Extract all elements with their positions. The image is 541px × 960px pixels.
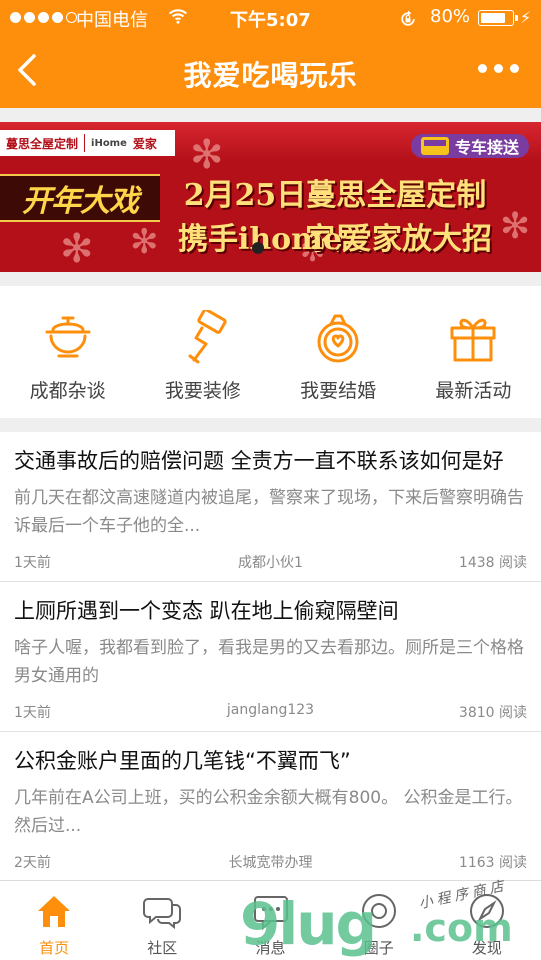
carousel-indicator[interactable]: [252, 242, 264, 254]
tab-messages[interactable]: 消息: [216, 881, 324, 960]
list-item[interactable]: 交通事故后的赔偿问题 全责方一直不联系该如何是好 前几天在都汶高速隧道内被追尾，…: [0, 432, 541, 582]
tab-community[interactable]: 社区: [108, 881, 216, 960]
promo-banner[interactable]: 蔓思全屋定制 iHome 爱家 专车接送 ✻ ✻ ✻ ✻ ✻ 开年大戏 2月25…: [0, 122, 541, 272]
post-meta: 1天前 成都小伙1 1438 阅读: [14, 552, 527, 572]
snowflake-icon: ✻: [500, 206, 531, 247]
app-header: 中国电信 下午5:07 80% ⚡ 我爱吃喝玩乐: [0, 0, 541, 108]
gift-icon: [450, 318, 496, 362]
post-author: janglang123: [226, 702, 315, 718]
post-author: 成都小伙1: [238, 555, 303, 571]
post-reads: 1163 阅读: [458, 855, 527, 871]
shuttle-label: 专车接送: [454, 138, 519, 157]
bus-icon: [420, 137, 449, 155]
post-time: 1天前: [14, 555, 51, 571]
snowflake-icon: ✻: [60, 226, 94, 272]
ring-icon: [317, 314, 359, 363]
ellipsis-icon[interactable]: [478, 64, 519, 73]
tab-circles[interactable]: 圈子: [325, 881, 433, 960]
tab-label: 首页: [39, 939, 70, 957]
status-bar: 中国电信 下午5:07 80% ⚡: [0, 0, 541, 36]
tab-label: 发现: [471, 939, 502, 957]
banner-subheadline: 携手ihome爱家放大招: [177, 222, 493, 257]
category-label: 我要结婚: [300, 380, 377, 402]
post-meta: 1天前 janglang123 3810 阅读: [14, 702, 527, 722]
brand-logo: 蔓思全屋定制 iHome 爱家: [0, 130, 175, 156]
chat-bubbles-icon: [143, 898, 182, 930]
list-item[interactable]: 上厕所遇到一个变态 趴在地上偷窥隔壁间 啥子人喔，我都看到脸了，看我是男的又去看…: [0, 582, 541, 732]
post-reads: 1438 阅读: [458, 555, 527, 571]
charging-icon: ⚡: [520, 8, 532, 27]
battery-icon: [478, 10, 518, 26]
list-item[interactable]: 公积金账户里面的几笔钱“不翼而飞” 几年前在A公司上班，买的公积金余额大概有80…: [0, 732, 541, 882]
category-wedding[interactable]: 我要结婚: [271, 286, 406, 418]
shuttle-badge: 专车接送: [410, 134, 529, 158]
category-label: 我要装修: [164, 380, 241, 402]
post-title: 交通事故后的赔偿问题 全责方一直不联系该如何是好: [14, 449, 504, 473]
category-chengdu-chat[interactable]: 成都杂谈: [0, 286, 135, 418]
nav-bar: 我爱吃喝玩乐: [0, 38, 541, 104]
post-reads: 3810 阅读: [458, 705, 527, 721]
category-label: 最新活动: [435, 380, 512, 402]
post-time: 1天前: [14, 705, 51, 721]
post-excerpt: 啥子人喔，我都看到脸了，看我是男的又去看那边。厕所是三个格格男女通用的: [14, 638, 524, 686]
post-excerpt: 前几天在都汶高速隧道内被追尾，警察来了现场，下来后警察明确告诉最后一个车子他的全…: [14, 488, 524, 536]
signal-strength-icon: [10, 12, 77, 23]
message-icon: [253, 896, 288, 931]
post-excerpt: 几年前在A公司上班，买的公积金余额大概有800。 公积金是工行。 然后过...: [14, 788, 523, 836]
post-title: 公积金账户里面的几笔钱“不翼而飞”: [14, 749, 351, 773]
tab-label: 圈子: [363, 939, 394, 957]
carrier-name: 中国电信: [76, 10, 148, 31]
banner-tag: 开年大戏: [0, 174, 160, 222]
post-title: 上厕所遇到一个变态 趴在地上偷窥隔壁间: [14, 599, 399, 623]
battery-percent: 80%: [430, 6, 471, 27]
partner-name: 爱家: [132, 136, 157, 151]
category-grid: 成都杂谈 我要装修 我要结婚 最新活动: [0, 286, 541, 418]
tab-home[interactable]: 首页: [0, 881, 108, 960]
compass-icon: [469, 894, 504, 928]
post-author: 长城宽带办理: [228, 855, 313, 871]
tab-discover[interactable]: 发现: [433, 881, 541, 960]
paint-roller-icon: [188, 310, 227, 364]
brand-name: 蔓思全屋定制: [6, 136, 79, 151]
partner-en: iHome: [91, 137, 127, 149]
tab-label: 消息: [255, 939, 286, 957]
circle-icon: [361, 894, 396, 928]
tab-label: 社区: [147, 939, 178, 957]
category-events[interactable]: 最新活动: [406, 286, 541, 418]
snowflake-icon: ✻: [130, 222, 159, 262]
category-label: 成都杂谈: [29, 380, 106, 402]
tab-bar: 首页 社区 消息 圈子 发现: [0, 880, 541, 960]
status-time: 下午5:07: [230, 10, 311, 31]
post-time: 2天前: [14, 855, 51, 871]
tea-bowl-icon: [45, 316, 91, 358]
page-title: 我爱吃喝玩乐: [183, 59, 358, 92]
post-meta: 2天前 长城宽带办理 1163 阅读: [14, 852, 527, 872]
orientation-lock-icon: [401, 10, 415, 26]
post-list: 交通事故后的赔偿问题 全责方一直不联系该如何是好 前几天在都汶高速隧道内被追尾，…: [0, 432, 541, 882]
wifi-icon: [168, 9, 188, 24]
home-icon: [38, 896, 71, 927]
category-renovation[interactable]: 我要装修: [135, 286, 270, 418]
